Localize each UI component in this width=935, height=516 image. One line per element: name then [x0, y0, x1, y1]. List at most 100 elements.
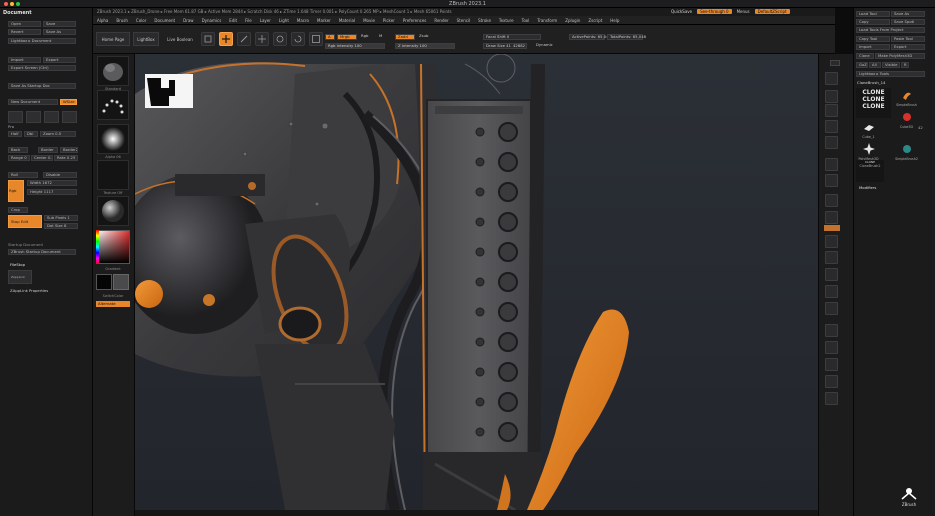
import-tool-button[interactable]: Import — [856, 44, 890, 50]
menu-item-dynamics[interactable]: Dynamics — [202, 18, 222, 23]
texture-thumbnail[interactable] — [97, 160, 129, 190]
home-page-button[interactable]: Home Page — [96, 32, 130, 46]
cube3d-thumb[interactable]: Cube3D — [894, 110, 919, 132]
menu-item-help[interactable]: Help — [610, 18, 619, 23]
menu-item-stencil[interactable]: Stencil — [457, 18, 471, 23]
alternate-button[interactable]: Alternate — [96, 301, 130, 307]
move-icon[interactable] — [825, 251, 838, 264]
rate-slider[interactable]: Rate 0.25 — [54, 155, 78, 161]
rgb-toggle[interactable]: Rgb — [359, 34, 373, 40]
pro-icon[interactable] — [8, 111, 23, 123]
cube1-thumb[interactable]: Cube_1 — [856, 120, 881, 142]
clone-brush2-thumb[interactable]: CLONE CloneBrush2 — [856, 160, 884, 182]
bpr-icon[interactable] — [830, 60, 840, 66]
frame-button[interactable] — [824, 225, 840, 231]
scale-icon[interactable] — [825, 268, 838, 281]
move-icon[interactable] — [255, 32, 269, 46]
double-icon[interactable] — [44, 111, 59, 123]
half-icon[interactable] — [26, 111, 41, 123]
menu-item-edit[interactable]: Edit — [229, 18, 237, 23]
menu-item-stroke[interactable]: Stroke — [478, 18, 491, 23]
back-button[interactable]: Back — [8, 147, 28, 153]
material-thumbnail[interactable] — [97, 196, 129, 226]
menu-item-marker[interactable]: Marker — [317, 18, 331, 23]
secondary-color-swatch[interactable] — [113, 274, 129, 290]
zoom-icon[interactable] — [825, 104, 838, 117]
load-tools-from-project-button[interactable]: Load Tools From Project — [856, 27, 925, 33]
rotate-icon[interactable] — [291, 32, 305, 46]
menu-item-transform[interactable]: Transform — [537, 18, 557, 23]
clone-brush-thumb[interactable]: CLONE CLONE CLONE — [856, 88, 891, 118]
subpixels-slider[interactable]: Sub Pixels 1 — [44, 215, 78, 221]
rgb-intensity-slider[interactable]: Rgb Intensity 100 — [325, 43, 385, 49]
scale-icon[interactable] — [273, 32, 287, 46]
open-button[interactable]: Open — [8, 21, 41, 27]
menu-item-file[interactable]: File — [245, 18, 252, 23]
menu-item-draw[interactable]: Draw — [183, 18, 193, 23]
zsub-toggle[interactable]: Zsub — [417, 34, 433, 40]
lock-icon[interactable] — [825, 211, 838, 224]
xpose-icon[interactable] — [825, 392, 838, 405]
roll-button[interactable]: Roll — [8, 172, 38, 178]
zapplink-properties-link[interactable]: ZAppLink Properties — [10, 288, 48, 293]
menu-item-tool[interactable]: Tool — [522, 18, 530, 23]
dynamic-toggle[interactable]: Dynamic — [534, 43, 556, 49]
export-tool-button[interactable]: Export — [891, 44, 925, 50]
polyf-icon[interactable] — [309, 32, 323, 46]
zbrush-startup-button[interactable]: ZBrush Startup Document — [8, 249, 76, 255]
menu-item-macro[interactable]: Macro — [297, 18, 309, 23]
revert-button[interactable]: Revert — [8, 29, 41, 35]
menu-item-layer[interactable]: Layer — [260, 18, 271, 23]
copy-tool-button[interactable]: Copy — [856, 19, 890, 25]
crop-button[interactable]: Crop — [8, 207, 28, 213]
m-toggle[interactable]: M — [377, 34, 385, 40]
aahalf-icon[interactable] — [825, 136, 838, 149]
lightbox-tools-button[interactable]: Lightbox ▸ Tools — [856, 71, 925, 77]
mrgb-toggle[interactable]: Mrgb — [337, 34, 357, 40]
copy-tool-button-2[interactable]: Copy Tool — [856, 36, 890, 42]
floor-icon[interactable] — [825, 174, 838, 187]
color-picker-square[interactable] — [96, 230, 130, 264]
a-toggle[interactable]: A — [325, 34, 335, 40]
menu-item-zscript[interactable]: Zscript — [588, 18, 602, 23]
menus-button[interactable]: Menus — [737, 9, 750, 14]
hue-strip[interactable] — [96, 230, 99, 264]
border-button[interactable]: Border — [38, 147, 58, 153]
half-button[interactable]: Half — [8, 131, 22, 137]
width-slider[interactable]: Width 1672 — [27, 180, 77, 186]
zapplink-button[interactable]: ZappLink — [8, 270, 32, 284]
live-boolean-button[interactable]: Live Boolean — [163, 32, 197, 46]
main-color-swatch[interactable] — [96, 274, 112, 290]
export-button[interactable]: Export — [43, 57, 76, 63]
menu-item-texture[interactable]: Texture — [499, 18, 514, 23]
rotate-icon[interactable] — [825, 285, 838, 298]
zoom-slider[interactable]: Zoom 0.5 — [40, 131, 76, 137]
quicksave-button[interactable]: QuickSave — [671, 9, 692, 14]
solo-icon[interactable] — [825, 375, 838, 388]
simple-brush-thumb[interactable]: SimpleBrush — [894, 88, 919, 110]
range-slider[interactable]: Range 0 — [8, 155, 30, 161]
menu-item-picker[interactable]: Picker — [383, 18, 395, 23]
menu-item-movie[interactable]: Movie — [363, 18, 375, 23]
import-button[interactable]: Import — [8, 57, 41, 63]
menu-item-zplugin[interactable]: Zplugin — [565, 18, 580, 23]
stop-edit-button[interactable]: Stop Edit — [8, 215, 42, 228]
script-button[interactable]: DefaultZScript — [754, 9, 790, 14]
menu-item-material[interactable]: Material — [339, 18, 355, 23]
r-button[interactable]: R — [901, 62, 909, 68]
menu-item-light[interactable]: Light — [279, 18, 289, 23]
menu-item-document[interactable]: Document — [154, 18, 175, 23]
frame-icon[interactable] — [825, 235, 838, 248]
canvas-viewport[interactable] — [135, 54, 818, 510]
goz-button[interactable]: GoZ — [856, 62, 868, 68]
save-as-startup-button[interactable]: Save As Startup Doc — [8, 83, 76, 89]
save-spotlight-button[interactable]: Save Spotl — [891, 19, 925, 25]
clone-button[interactable]: Clone — [856, 53, 874, 59]
polyf-icon[interactable] — [825, 324, 838, 337]
spix-icon[interactable] — [825, 72, 838, 85]
menu-item-render[interactable]: Render — [434, 18, 448, 23]
zadd-toggle[interactable]: Zadd — [395, 34, 415, 40]
save-button[interactable]: Save — [43, 21, 76, 27]
load-tool-button[interactable]: Load Tool — [856, 11, 890, 17]
linefill-icon[interactable] — [825, 302, 838, 315]
